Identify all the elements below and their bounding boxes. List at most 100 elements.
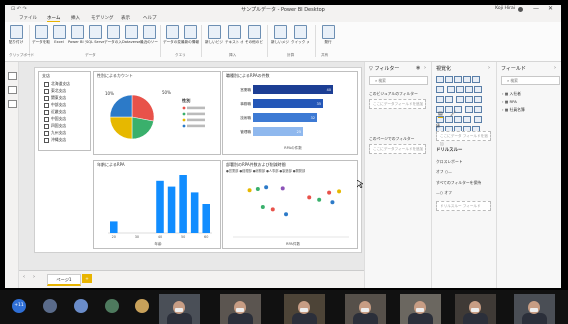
scatter-chart-tile[interactable]: 部署別のRPA件数および削減時間 ●営業部 ●経理部 ●総務部 ●人事部 ●製造…	[222, 160, 358, 249]
get-data-button[interactable]: データを取得	[32, 25, 50, 44]
tab-insert[interactable]: 挿入	[71, 15, 80, 21]
collapse-icon[interactable]: ›	[424, 65, 426, 71]
eye-icon[interactable]: ◉	[416, 65, 420, 71]
refresh-button[interactable]: 最新の情報に更新	[181, 25, 199, 44]
field-table-item[interactable]: › ▦ 入社者	[502, 91, 521, 97]
powerbi-dataset-button[interactable]: Power BI データセット	[68, 25, 86, 44]
text-box-button[interactable]: テキスト ボックス	[225, 25, 243, 44]
slicer-item[interactable]: 九州支店	[44, 130, 66, 136]
field-table-item[interactable]: › ▦ 社員名簿	[502, 107, 525, 113]
participant-video[interactable]	[220, 294, 261, 324]
recent-sources-button[interactable]: 最近のソース	[140, 25, 158, 44]
collapse-icon[interactable]: ›	[488, 65, 490, 71]
stacked-column-icon[interactable]	[445, 76, 453, 83]
scatter-icon[interactable]	[455, 96, 464, 103]
sql-server-button[interactable]: SQL Server	[86, 25, 104, 44]
close-button[interactable]: ✕	[548, 5, 553, 12]
line-column-icon[interactable]	[473, 86, 482, 93]
participant-avatar[interactable]	[135, 299, 149, 313]
stacked-area-icon[interactable]	[464, 86, 473, 93]
data-view-icon[interactable]	[8, 86, 17, 94]
column-chart[interactable]: 年齢 20 30 40 50 60	[94, 161, 220, 248]
participant-video[interactable]	[284, 294, 325, 324]
cross-report-toggle[interactable]: オフ ○—	[436, 169, 452, 175]
clustered-column-icon[interactable]	[463, 76, 471, 83]
area-chart-icon[interactable]	[455, 86, 464, 93]
more-visuals-button[interactable]: その他のビジュアル	[245, 25, 263, 44]
enter-data-button[interactable]: データの入力	[104, 25, 122, 44]
field-table-item[interactable]: › ▦ RPA	[502, 99, 517, 104]
publish-button[interactable]: 発行	[319, 25, 337, 44]
participant-video[interactable]	[345, 294, 386, 324]
collapse-icon[interactable]: ›	[554, 65, 556, 71]
participant-avatar[interactable]	[105, 299, 119, 313]
tab-home[interactable]: ホーム	[47, 15, 61, 22]
slicer-item[interactable]: 中部支店	[44, 102, 66, 108]
tab-file[interactable]: ファイル	[19, 15, 37, 21]
branch-slicer[interactable]: 支店 北海道支店 東北支店 関東支店 中部支店 近畿支店 中国支店 四国支店 九…	[38, 71, 91, 151]
tab-view[interactable]: 表示	[121, 15, 130, 21]
new-measure-button[interactable]: 新しいメジャー	[271, 25, 289, 44]
ribbon-chart-icon[interactable]	[436, 96, 444, 103]
add-page-button[interactable]: +	[82, 274, 92, 283]
visual-type-gallery[interactable]	[436, 76, 484, 136]
tab-help[interactable]: ヘルプ	[143, 15, 157, 21]
gauge-icon[interactable]	[473, 106, 482, 113]
page-tab-1[interactable]: ページ1	[47, 274, 81, 286]
page-filters-well[interactable]: ここにデータフィールドを追加	[369, 144, 426, 154]
keep-all-filters-toggle[interactable]: —○ オフ	[436, 190, 452, 196]
stacked-bar-icon[interactable]	[436, 76, 444, 83]
pie-icon[interactable]	[464, 96, 473, 103]
table-icon[interactable]	[473, 116, 482, 123]
filters-search-input[interactable]: ⌕ 検索	[369, 76, 428, 85]
bar-chart-tile[interactable]: 職種別によるRPAの件数 RPAの件数 営業職 40 事務職 35 技術職 32 管理職 25	[222, 71, 358, 155]
slicer-item[interactable]: 近畿支店	[44, 109, 66, 115]
excel-button[interactable]: Excel	[50, 25, 68, 44]
participant-avatar[interactable]	[43, 299, 57, 313]
participant-video[interactable]	[455, 294, 496, 324]
scatter-chart[interactable]: ●営業部 ●経理部 ●総務部 ●人事部 ●製造部 ●開発部 RPA件数	[223, 161, 357, 248]
tab-scroll-left-icon[interactable]: ‹	[23, 274, 25, 280]
funnel-chart-icon[interactable]	[464, 106, 473, 113]
bar-chart[interactable]: RPAの件数 営業職 40 事務職 35 技術職 32 管理職 25	[223, 72, 357, 154]
user-name[interactable]: Koji Hirai	[495, 6, 515, 11]
participant-avatar[interactable]	[74, 299, 88, 313]
dataverse-button[interactable]: Dataverse	[122, 25, 140, 44]
fields-well-tab-icon[interactable]: ▤	[438, 111, 443, 118]
percent-bar-icon[interactable]	[472, 76, 480, 83]
slicer-item[interactable]: 沖縄支店	[44, 137, 66, 143]
pie-chart[interactable]: 10% 50% 性別	[94, 72, 220, 154]
new-visual-button[interactable]: 新しいビジュアル	[205, 25, 223, 44]
model-view-icon[interactable]	[8, 100, 17, 108]
minimize-button[interactable]: —	[533, 5, 539, 12]
values-well[interactable]: ここにデータ フィールドを追加	[436, 131, 491, 146]
visual-filters-well[interactable]: ここにデータフィールドを追加	[369, 99, 426, 109]
clustered-bar-icon[interactable]	[454, 76, 462, 83]
transform-data-button[interactable]: データの変換	[163, 25, 181, 44]
user-avatar[interactable]	[518, 7, 523, 12]
participant-video[interactable]	[159, 294, 200, 324]
quick-measure-button[interactable]: クイック メジャー	[291, 25, 309, 44]
slicer-item[interactable]: 東北支店	[44, 88, 66, 94]
line-chart-icon[interactable]	[446, 86, 455, 93]
drillthrough-fields-well[interactable]: ドリルスルー フィールド	[436, 201, 491, 211]
slicer-item[interactable]: 関東支店	[44, 95, 66, 101]
participant-video[interactable]	[400, 294, 441, 324]
tab-modeling[interactable]: モデリング	[91, 15, 114, 21]
donut-icon[interactable]	[473, 96, 482, 103]
fields-search-input[interactable]: ⌕ 検索	[501, 76, 560, 85]
participant-count-badge[interactable]: +11	[12, 299, 26, 313]
participant-video[interactable]	[514, 294, 555, 324]
percent-column-icon[interactable]	[436, 86, 444, 93]
report-view-icon[interactable]	[8, 72, 17, 80]
column-chart-tile[interactable]: 年齢によるRPA 年齢 20 30 40 50 60	[93, 160, 221, 249]
slicer-item[interactable]: 北海道支店	[44, 81, 70, 87]
report-page[interactable]: 支店 北海道支店 東北支店 関東支店 中部支店 近畿支店 中国支店 四国支店 九…	[34, 67, 362, 253]
paste-button[interactable]: 貼り付け	[7, 25, 25, 44]
format-paint-icon[interactable]: 🖌	[450, 111, 456, 117]
slicer-item[interactable]: 四国支店	[44, 123, 66, 129]
waterfall-icon[interactable]	[445, 96, 453, 103]
kpi-icon[interactable]	[454, 116, 462, 123]
slicer-item[interactable]: 中国支店	[44, 116, 66, 122]
tab-scroll-right-icon[interactable]: ›	[33, 274, 35, 280]
